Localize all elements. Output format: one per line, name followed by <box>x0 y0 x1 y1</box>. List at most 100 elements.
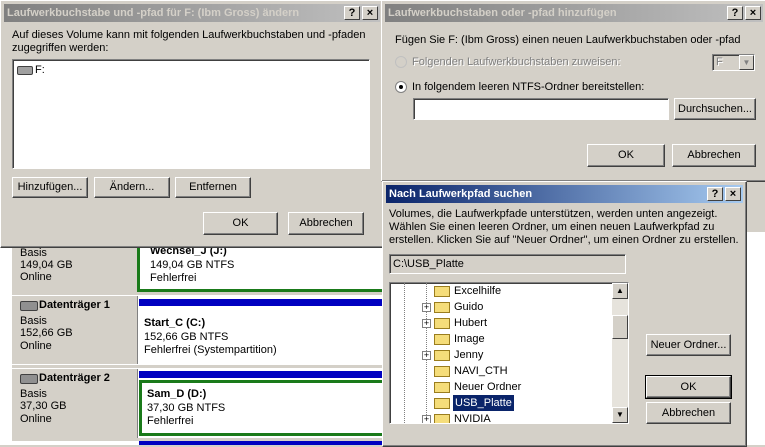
volume-name: Start_C (C:) <box>144 317 206 329</box>
expand-icon[interactable]: + <box>422 319 431 328</box>
folder-icon <box>434 382 450 393</box>
mount-folder-label: In folgendem leeren NTFS-Ordner bereitst… <box>412 81 645 93</box>
mount-folder-radio[interactable] <box>395 81 407 93</box>
disk-size: 152,66 GB <box>20 327 73 339</box>
add-button[interactable]: Hinzufügen... <box>12 177 88 198</box>
help-button[interactable]: ? <box>707 187 723 201</box>
list-item-label: F: <box>35 64 45 76</box>
scroll-up-icon[interactable]: ▲ <box>612 283 628 299</box>
dialog-titlebar[interactable]: Laufwerkbuchstabe und -pfad für F: (Ibm … <box>4 4 380 22</box>
disk-label: Datenträger 1 <box>39 299 110 311</box>
new-folder-button[interactable]: Neuer Ordner... <box>646 334 731 356</box>
tree-item-label: Neuer Ordner <box>454 381 522 393</box>
assign-letter-label: Folgenden Laufwerkbuchstaben zuweisen: <box>412 56 621 68</box>
tree-item[interactable]: NAVI_CTH <box>390 363 612 379</box>
tree-item-label: Jenny <box>454 349 484 361</box>
expand-icon[interactable]: + <box>422 303 431 312</box>
change-button[interactable]: Ändern... <box>94 177 170 198</box>
scroll-down-icon[interactable]: ▼ <box>612 407 628 423</box>
tree-item[interactable]: Image <box>390 331 612 347</box>
expand-icon[interactable]: + <box>422 415 431 423</box>
cancel-button[interactable]: Abbrechen <box>646 402 731 424</box>
dialog-description-line: Volumes, die Laufwerkpfade unterstützen,… <box>389 208 718 220</box>
drive-path-list[interactable]: F: <box>12 59 370 169</box>
tree-item-label: Guido <box>454 301 484 313</box>
dialog-description: Auf dieses Volume kann mit folgenden Lau… <box>12 29 366 54</box>
drive-icon <box>17 66 33 75</box>
tree-item[interactable]: + Hubert <box>390 315 612 331</box>
disk-drive-icon <box>20 301 38 311</box>
assign-letter-radio[interactable] <box>395 56 407 68</box>
tree-item[interactable]: Excelhilfe <box>390 283 612 299</box>
close-button[interactable]: × <box>745 6 761 20</box>
cancel-button[interactable]: Abbrechen <box>672 144 756 167</box>
tree-item[interactable]: + Jenny <box>390 347 612 363</box>
browse-button[interactable]: Durchsuchen... <box>674 98 756 120</box>
folder-path-input[interactable] <box>413 98 669 120</box>
disk-size: 37,30 GB <box>20 400 67 412</box>
tree-item-label: NVIDIA <box>454 413 491 424</box>
close-button[interactable]: × <box>362 6 378 20</box>
tree-item[interactable]: + NVIDIA <box>390 411 612 424</box>
dialog-title: Laufwerkbuchstabe und -pfad für F: (Ibm … <box>7 7 300 19</box>
disk-label: Datenträger 2 <box>39 372 110 384</box>
dialog-titlebar[interactable]: Nach Laufwerkpfad suchen ? × <box>386 185 743 203</box>
tree-item-label: Hubert <box>454 317 488 329</box>
disk-status: Online <box>20 413 52 425</box>
expand-icon[interactable]: + <box>422 351 431 360</box>
tree-item[interactable]: + Guido <box>390 299 612 315</box>
disk-size: 149,04 GB <box>20 259 73 271</box>
disk-row[interactable]: Datenträger 2 Basis 37,30 GB Online <box>12 369 138 439</box>
selected-path: C:\USB_Platte <box>393 258 464 270</box>
chevron-down-icon[interactable]: ▼ <box>739 55 754 70</box>
tree-item-label: USB_Platte <box>453 395 514 411</box>
folder-icon <box>434 286 450 297</box>
dialog-titlebar[interactable]: Laufwerkbuchstaben oder -pfad hinzufügen… <box>385 4 763 22</box>
folder-icon <box>434 366 450 377</box>
vertical-scrollbar[interactable]: ▲ ▼ <box>612 283 628 423</box>
close-button[interactable]: × <box>725 187 741 201</box>
tree-item-selected[interactable]: USB_Platte <box>390 395 612 411</box>
tree-item-label: NAVI_CTH <box>454 365 508 377</box>
tree-item-label: Image <box>454 333 485 345</box>
dialog-description-line: Wählen Sie einen leeren Ordner, um einen… <box>389 221 715 233</box>
volume-status: Fehlerfrei <box>150 272 197 284</box>
disk-type: Basis <box>20 247 47 259</box>
folder-icon <box>434 350 450 361</box>
add-drive-path-dialog: Laufwerkbuchstaben oder -pfad hinzufügen… <box>381 0 765 182</box>
scroll-thumb[interactable] <box>612 315 628 339</box>
dialog-title: Laufwerkbuchstaben oder -pfad hinzufügen <box>388 7 617 19</box>
volume-status: Fehlerfrei (Systempartition) <box>144 344 277 356</box>
help-button[interactable]: ? <box>344 6 360 20</box>
folder-icon <box>434 414 450 423</box>
dialog-title: Nach Laufwerkpfad suchen <box>389 188 533 200</box>
tree-item-label: Excelhilfe <box>454 285 502 297</box>
letter-value: F <box>716 56 723 68</box>
folder-icon <box>434 302 450 313</box>
tree-item[interactable]: Neuer Ordner <box>390 379 612 395</box>
folder-icon <box>434 334 450 345</box>
dialog-description-line: erstellen. Klicken Sie auf "Neuer Ordner… <box>389 234 739 246</box>
disk-row[interactable]: Datenträger 1 Basis 152,66 GB Online <box>12 296 138 364</box>
selected-path-field: C:\USB_Platte <box>389 254 626 274</box>
change-drive-letter-dialog: Laufwerkbuchstabe und -pfad für F: (Ibm … <box>0 0 384 248</box>
ok-button[interactable]: OK <box>645 375 732 399</box>
disk-type: Basis <box>20 315 47 327</box>
dialog-description: Fügen Sie F: (Ibm Gross) einen neuen Lau… <box>395 34 741 46</box>
disk-status: Online <box>20 340 52 352</box>
volume-name: Sam_D (D:) <box>147 388 207 400</box>
remove-button[interactable]: Entfernen <box>175 177 251 198</box>
ok-button[interactable]: OK <box>203 212 278 235</box>
disk-status: Online <box>20 271 52 283</box>
disk-drive-icon <box>20 374 38 384</box>
ok-button[interactable]: OK <box>587 144 665 167</box>
volume-status: Fehlerfrei <box>147 415 194 427</box>
folder-open-icon <box>434 398 450 409</box>
folder-icon <box>434 318 450 329</box>
help-button[interactable]: ? <box>727 6 743 20</box>
volume-size: 149,04 GB NTFS <box>150 259 235 271</box>
letter-dropdown[interactable]: F ▼ <box>712 54 755 71</box>
browse-drive-path-dialog: Nach Laufwerkpfad suchen ? × Volumes, di… <box>382 181 747 447</box>
folder-tree[interactable]: Excelhilfe + Guido + Hubert Image + Jenn… <box>389 282 629 424</box>
cancel-button[interactable]: Abbrechen <box>288 212 364 235</box>
